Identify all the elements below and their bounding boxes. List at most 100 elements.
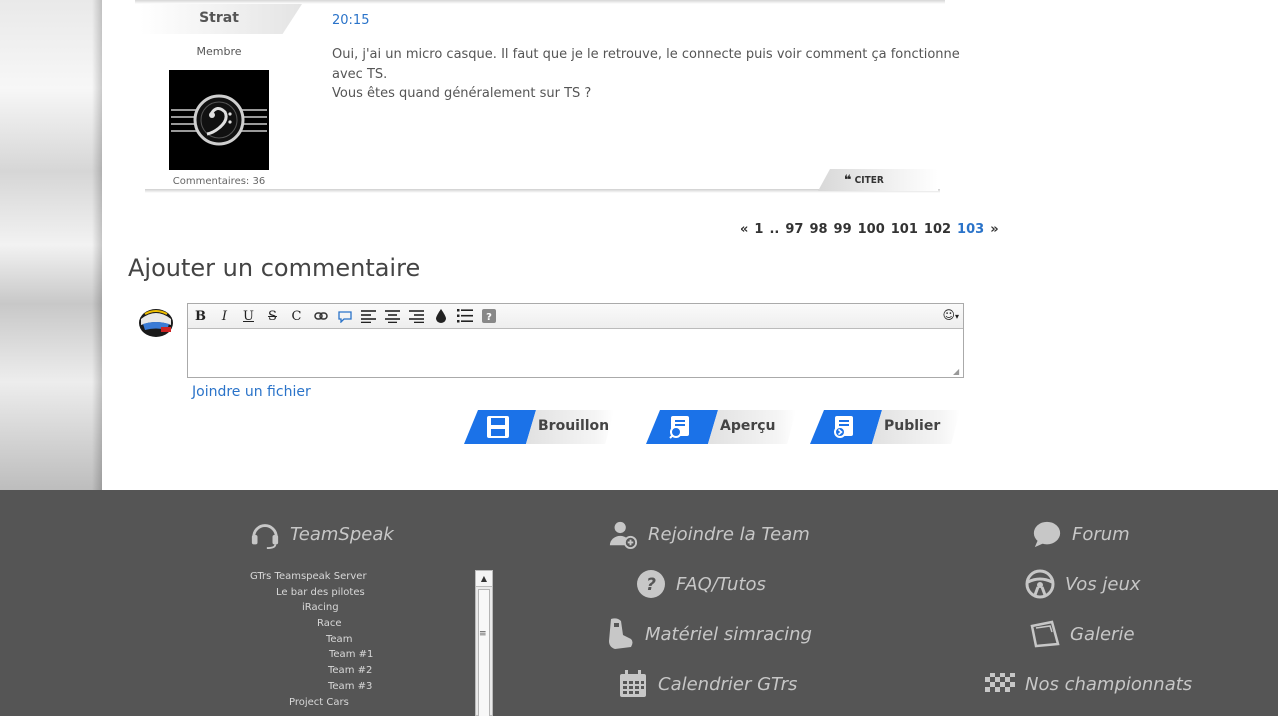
teamspeak-scrollbar[interactable]: ▲ ≡	[475, 570, 493, 716]
footer-label-gallery: Galerie	[1070, 623, 1135, 645]
footer-label-forum: Forum	[1072, 523, 1130, 545]
pagination-page-97[interactable]: 97	[785, 222, 803, 237]
help-button[interactable]: ?	[478, 307, 499, 326]
code-button[interactable]: C	[286, 307, 307, 326]
calendar-icon	[618, 669, 648, 699]
footer-link-forum[interactable]: Forum	[1032, 519, 1130, 549]
post-author-role: Membre	[196, 45, 242, 58]
strikethrough-button[interactable]: S	[262, 307, 283, 326]
quote-bubble-button[interactable]	[334, 307, 355, 326]
scrollbar-grip-icon: ≡	[479, 629, 487, 639]
post-top-divider	[135, 0, 945, 4]
footer-label-championships: Nos championnats	[1025, 673, 1193, 695]
underline-button[interactable]: U	[238, 307, 259, 326]
ts-channel[interactable]: iRacing	[302, 602, 339, 613]
speech-bubble-icon	[337, 310, 352, 323]
comment-editor: B I U S C ? ☺▾ ◢	[187, 303, 964, 378]
editor-toolbar: B I U S C ? ☺▾	[188, 304, 963, 329]
ts-channel[interactable]: Team #1	[329, 649, 373, 660]
background-image	[0, 0, 102, 490]
color-button[interactable]	[430, 307, 451, 326]
footer-link-teamspeak[interactable]: TeamSpeak	[250, 519, 394, 549]
svg-text:?: ?	[486, 312, 492, 323]
user-avatar	[137, 305, 175, 339]
pagination-page-101[interactable]: 101	[891, 222, 918, 237]
add-user-icon	[608, 519, 638, 549]
pagination-page-100[interactable]: 100	[858, 222, 885, 237]
post-author-name[interactable]: Strat	[170, 10, 268, 26]
scroll-up-arrow-icon[interactable]: ▲	[476, 571, 492, 587]
ts-channel[interactable]: Team	[326, 634, 352, 645]
ts-channel[interactable]: Team #2	[328, 665, 372, 676]
footer-link-calendar[interactable]: Calendrier GTrs	[618, 669, 797, 699]
pagination-page-1[interactable]: 1	[754, 222, 763, 237]
ts-channel[interactable]: Race	[317, 618, 342, 629]
footer-label-join-team: Rejoindre la Team	[648, 523, 810, 545]
helmet-icon	[139, 309, 173, 337]
footer-link-games[interactable]: Vos jeux	[1025, 569, 1141, 599]
pagination-next[interactable]: »	[990, 222, 998, 237]
draft-label: Brouillon	[538, 418, 610, 434]
attach-file-link[interactable]: Joindre un fichier	[192, 384, 311, 400]
scrollbar-thumb[interactable]	[478, 589, 490, 716]
quote-button[interactable]: ❝ CITER	[818, 169, 938, 191]
ts-channel[interactable]: GTrs Teamspeak Server	[250, 571, 367, 582]
footer-label-games: Vos jeux	[1065, 573, 1141, 595]
resize-grip-icon[interactable]: ◢	[953, 367, 961, 376]
ts-channel[interactable]: Le bar des pilotes	[276, 587, 365, 598]
footer-link-gear[interactable]: Matériel simracing	[605, 618, 812, 649]
headset-icon	[250, 519, 280, 549]
publish-document-icon	[834, 416, 853, 438]
post-body-line: Vous êtes quand généralement sur TS ?	[332, 86, 592, 101]
footer-link-championships[interactable]: Nos championnats	[985, 669, 1192, 699]
post-body: Oui, j'ai un micro casque. Il faut que j…	[332, 45, 962, 104]
align-center-icon	[385, 309, 400, 323]
post-body-line: Oui, j'ai un micro casque. Il faut que j…	[332, 47, 960, 82]
footer-label-faq: FAQ/Tutos	[676, 573, 766, 595]
align-right-button[interactable]	[406, 307, 427, 326]
publish-button[interactable]: Publier	[810, 410, 960, 444]
help-circle-icon: ?	[636, 569, 666, 599]
author-comment-count: Commentaires: 36	[172, 176, 266, 187]
save-icon	[487, 416, 509, 438]
picture-frame-icon	[1030, 619, 1060, 649]
steering-wheel-icon	[1025, 569, 1055, 599]
chat-bubble-icon	[1032, 519, 1062, 549]
post-time[interactable]: 20:15	[332, 13, 369, 28]
bold-button[interactable]: B	[190, 307, 211, 326]
help-icon: ?	[481, 309, 496, 323]
comment-textarea[interactable]	[188, 329, 963, 377]
author-avatar[interactable]	[169, 70, 269, 170]
footer-link-faq[interactable]: ? FAQ/Tutos	[636, 569, 766, 599]
pagination-page-98[interactable]: 98	[809, 222, 827, 237]
draft-button[interactable]: Brouillon	[464, 410, 614, 444]
list-button[interactable]	[454, 307, 475, 326]
link-icon	[313, 312, 328, 320]
pagination-prev[interactable]: «	[740, 222, 748, 237]
emoji-icon: ☺	[942, 308, 955, 322]
quote-label: CITER	[854, 174, 884, 186]
ts-channel[interactable]: Project Cars	[289, 697, 349, 708]
preview-document-icon	[669, 416, 689, 439]
pagination-page-99[interactable]: 99	[834, 222, 852, 237]
footer-label-calendar: Calendrier GTrs	[658, 673, 798, 695]
footer-label-gear: Matériel simracing	[645, 623, 812, 645]
racing-seat-icon	[605, 618, 635, 649]
align-center-button[interactable]	[382, 307, 403, 326]
teamspeak-channel-tree: GTrs Teamspeak Server Le bar des pilotes…	[210, 560, 470, 716]
pagination-page-102[interactable]: 102	[924, 222, 951, 237]
link-button[interactable]	[310, 307, 331, 326]
ts-channel[interactable]: Team #3	[328, 681, 372, 692]
footer-link-join-team[interactable]: Rejoindre la Team	[608, 519, 810, 549]
preview-button[interactable]: Aperçu	[646, 410, 796, 444]
align-left-button[interactable]	[358, 307, 379, 326]
bass-clef-logo	[169, 70, 269, 170]
align-right-icon	[409, 309, 424, 323]
quote-icon: ❝	[844, 172, 852, 188]
site-footer: TeamSpeak Rejoindre la Team Forum ? FAQ/…	[0, 490, 1278, 716]
preview-label: Aperçu	[720, 418, 776, 434]
italic-button[interactable]: I	[214, 307, 235, 326]
pagination-page-current[interactable]: 103	[957, 222, 984, 237]
emoji-picker-button[interactable]: ☺▾	[942, 308, 959, 322]
footer-link-gallery[interactable]: Galerie	[1030, 619, 1135, 649]
